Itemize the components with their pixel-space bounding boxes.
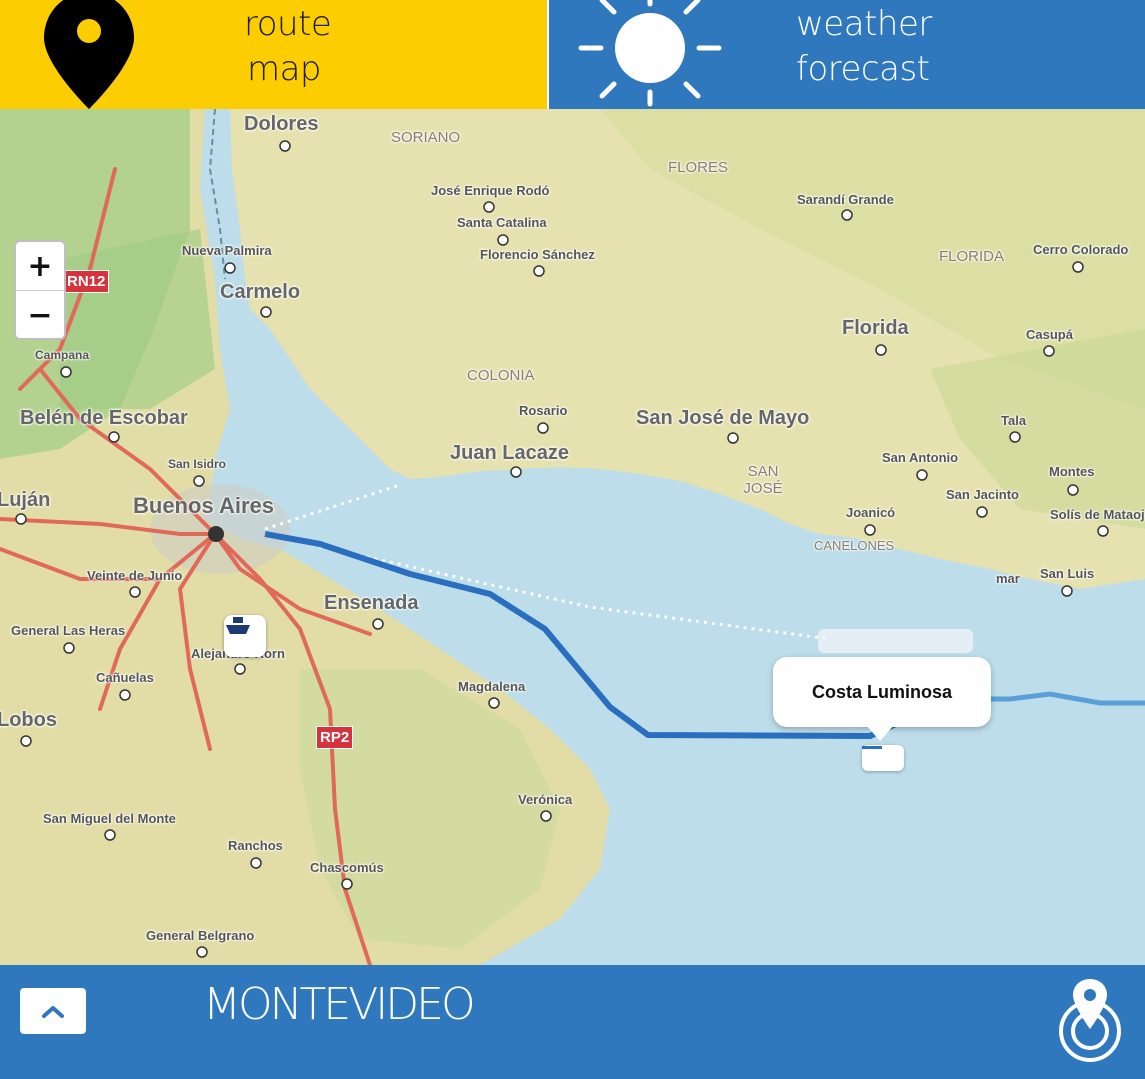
label-atlantida-fragment: mar — [996, 571, 1020, 586]
tab-route-map[interactable]: route map — [0, 0, 547, 109]
label-veinte-de-junio: Veinte de Junio — [87, 568, 183, 583]
port-icon — [862, 746, 882, 749]
locate-button[interactable] — [1056, 977, 1124, 1067]
label-carmelo: Carmelo — [220, 281, 301, 303]
label-solis-de-mataojo: Solís de Mataojo — [1050, 507, 1145, 522]
label-general-las-heras: General Las Heras — [11, 623, 126, 638]
chevron-up-icon — [42, 1006, 64, 1018]
label-san-jose-region: SAN JOSÉ — [743, 463, 783, 497]
ship-icon — [226, 617, 250, 634]
route-map[interactable]: Dolores SORIANO FLORES José Enrique Rodó… — [0, 109, 1145, 965]
label-ranchos: Ranchos — [228, 838, 283, 853]
weather-label-line2: forecast — [796, 49, 930, 89]
route-map-label: route map — [244, 2, 332, 92]
ship-popup-tip — [866, 725, 894, 741]
label-joanico: Joanicó — [846, 505, 896, 520]
port-marker[interactable] — [862, 745, 904, 771]
location-target-icon — [1059, 979, 1121, 1062]
label-san-jacinto: San Jacinto — [946, 487, 1019, 502]
label-belen-de-escobar: Belén de Escobar — [20, 407, 188, 429]
label-colonia: COLONIA — [467, 367, 535, 384]
label-florida-region: FLORIDA — [939, 248, 1005, 265]
map-pin-icon — [44, 0, 134, 109]
ship-popup-title: Costa Luminosa — [811, 681, 953, 702]
label-sarandi-grande: Sarandí Grande — [797, 192, 894, 207]
zoom-control: + − — [14, 240, 66, 340]
label-veronica: Verónica — [518, 792, 573, 807]
weather-forecast-label: weather forecast — [796, 2, 932, 92]
road-badge-rn12: RN12 — [63, 270, 110, 293]
label-san-isidro: San Isidro — [168, 457, 227, 471]
route-label-line2: map — [246, 49, 322, 89]
label-montes: Montes — [1049, 464, 1095, 479]
port-title: MONTEVIDEO — [203, 979, 476, 1030]
label-canuelas: Cañuelas — [96, 670, 154, 685]
road-badge-rp2: RP2 — [316, 726, 354, 749]
label-soriano: SORIANO — [391, 129, 461, 146]
route-label-line1: route — [244, 4, 332, 44]
zoom-in-button[interactable]: + — [16, 242, 64, 290]
ship-popup[interactable]: Costa Luminosa — [773, 657, 991, 727]
label-magdalena: Magdalena — [458, 679, 526, 694]
bottom-bar: MONTEVIDEO — [0, 965, 1145, 1079]
label-juan-lacaze: Juan Lacaze — [450, 442, 569, 464]
label-dolores: Dolores — [244, 113, 319, 135]
label-santa-catalina: Santa Catalina — [457, 215, 547, 230]
expand-button[interactable] — [20, 988, 86, 1034]
label-ensenada: Ensenada — [324, 592, 419, 614]
label-cerro-colorado: Cerro Colorado — [1033, 242, 1129, 257]
label-casupa: Casupá — [1026, 327, 1073, 342]
sun-icon — [578, 0, 722, 107]
label-san-antonio: San Antonio — [882, 450, 959, 465]
ship-marker[interactable] — [224, 615, 266, 657]
label-chascomus: Chascomús — [310, 860, 384, 875]
label-nueva-palmira: Nueva Palmira — [182, 243, 272, 258]
label-flores: FLORES — [668, 159, 729, 176]
label-campana: Campana — [35, 348, 90, 362]
label-san-luis: San Luis — [1040, 566, 1095, 581]
label-san-miguel-del-monte: San Miguel del Monte — [43, 811, 176, 826]
label-lobos: Lobos — [0, 709, 57, 731]
weather-label-line1: weather — [796, 4, 932, 44]
label-general-belgrano: General Belgrano — [146, 928, 255, 943]
label-jose-enrique-rodo: José Enrique Rodó — [431, 183, 550, 198]
label-lujan: Luján — [0, 489, 51, 511]
zoom-out-button[interactable]: − — [16, 290, 64, 339]
label-san-jose-de-mayo: San José de Mayo — [636, 407, 810, 429]
label-tala: Tala — [1001, 413, 1027, 428]
label-florencio-sanchez: Florencio Sánchez — [480, 247, 595, 262]
label-rosario: Rosario — [519, 403, 568, 418]
tab-weather-forecast[interactable]: weather forecast — [549, 0, 1145, 109]
label-florida: Florida — [842, 317, 909, 339]
map-background — [0, 109, 1145, 965]
label-canelones: CANELONES — [814, 538, 895, 553]
label-buenos-aires: Buenos Aires — [133, 493, 275, 518]
